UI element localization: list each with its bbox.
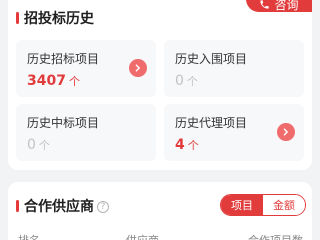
stat-number: 3407: [27, 73, 66, 89]
stat-label: 历史代理项目: [175, 116, 248, 130]
partner-suppliers-card: 合作供应商 ? 项目 金额 排名 供应商 合作项目数: [8, 182, 312, 240]
phone-icon: [260, 0, 270, 9]
section-title: 招投标历史: [24, 11, 94, 27]
stat-historical-tender-projects[interactable]: 历史招标项目 3407 个: [16, 40, 156, 97]
bidding-history-header: 招投标历史: [16, 8, 94, 28]
stat-number: 4: [175, 137, 185, 153]
column-header-supplier: 供应商: [126, 232, 159, 240]
chevron-right-icon[interactable]: [129, 59, 147, 77]
stat-historical-agency-projects[interactable]: 历史代理项目 4 个: [164, 104, 304, 161]
stat-label: 历史入围项目: [175, 52, 248, 66]
stat-unit: 个: [186, 75, 198, 88]
stat-number: 0: [175, 73, 184, 89]
consult-label: 咨询: [274, 0, 299, 12]
partner-suppliers-header: 合作供应商 ?: [16, 196, 109, 216]
stat-unit: 个: [38, 139, 50, 152]
consult-button[interactable]: 咨询: [246, 0, 312, 12]
column-header-cooperation-count: 合作项目数: [248, 232, 303, 240]
chevron-right-icon[interactable]: [277, 123, 295, 141]
stat-value: 0 个: [27, 137, 50, 153]
bidding-history-card: 咨询 招投标历史 历史招标项目 3407 个 历史入围项目 0 个 历史中标项目…: [8, 0, 312, 170]
stat-historical-shortlisted-projects: 历史入围项目 0 个: [164, 40, 304, 97]
section-title: 合作供应商: [24, 199, 94, 215]
stat-label: 历史中标项目: [27, 116, 100, 130]
toggle-amount-button[interactable]: 金额: [263, 195, 305, 215]
stat-unit: 个: [187, 139, 199, 152]
project-amount-toggle[interactable]: 项目 金额: [220, 194, 306, 216]
section-accent-bar: [16, 12, 19, 24]
stat-value: 0 个: [175, 73, 198, 89]
question-icon[interactable]: ?: [97, 200, 109, 213]
stat-value: 3407 个: [27, 73, 80, 89]
stat-number: 0: [27, 137, 36, 153]
stat-value: 4 个: [175, 137, 199, 153]
stat-label: 历史招标项目: [27, 52, 100, 66]
toggle-project-button[interactable]: 项目: [221, 195, 263, 215]
column-header-rank: 排名: [18, 232, 40, 240]
section-accent-bar: [16, 200, 19, 212]
stat-unit: 个: [68, 75, 80, 88]
stat-historical-winning-projects: 历史中标项目 0 个: [16, 104, 156, 161]
